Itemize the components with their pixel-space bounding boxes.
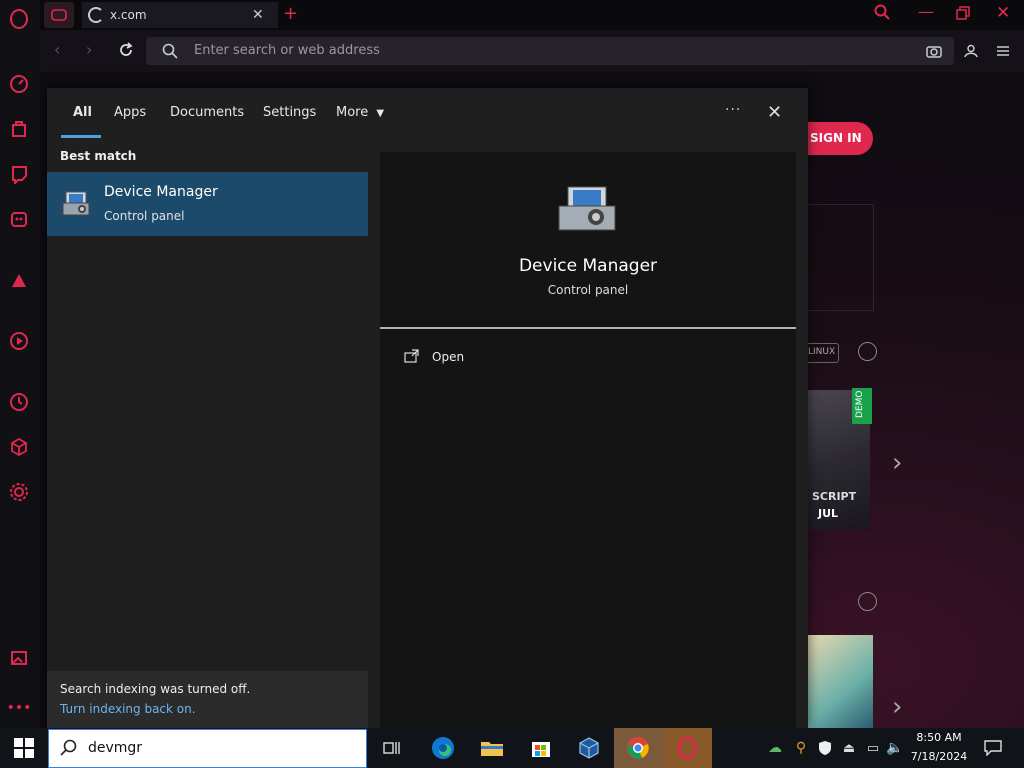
address-placeholder: Enter search or web address bbox=[194, 43, 380, 58]
window-close-icon[interactable]: ✕ bbox=[996, 3, 1010, 23]
opera-gx-icon bbox=[676, 736, 698, 763]
smiley-icon[interactable] bbox=[858, 342, 877, 361]
speed-dial-icon[interactable] bbox=[8, 73, 30, 95]
twitch-icon[interactable] bbox=[8, 163, 30, 185]
demo-badge: DEMO bbox=[852, 388, 872, 424]
device-manager-large-icon bbox=[556, 184, 616, 238]
tab-all[interactable]: All bbox=[73, 105, 92, 120]
file-explorer-icon[interactable] bbox=[477, 733, 507, 763]
smiley-icon-2[interactable] bbox=[858, 592, 877, 611]
tab-title: x.com bbox=[110, 8, 147, 22]
tab-settings[interactable]: Settings bbox=[263, 105, 316, 120]
loading-icon bbox=[88, 7, 104, 23]
carousel-next-icon[interactable]: › bbox=[892, 448, 902, 478]
gx-tab-icon[interactable] bbox=[44, 2, 74, 28]
profile-icon[interactable] bbox=[964, 43, 978, 62]
result-title: Device Manager bbox=[104, 184, 218, 200]
result-device-manager[interactable]: Device Manager Control panel bbox=[47, 172, 368, 236]
browser-sidebar: ••• bbox=[0, 0, 41, 728]
player-icon[interactable] bbox=[8, 330, 30, 352]
windows-start-icon[interactable] bbox=[14, 738, 34, 762]
address-bar[interactable]: Enter search or web address bbox=[146, 37, 954, 65]
page-card bbox=[800, 204, 874, 311]
result-subtitle: Control panel bbox=[104, 209, 185, 223]
chrome-icon bbox=[626, 736, 650, 764]
search-query: devmgr bbox=[88, 740, 143, 756]
tab-documents[interactable]: Documents bbox=[170, 105, 244, 120]
task-view-icon[interactable] bbox=[377, 733, 407, 763]
easy-setup-icon[interactable] bbox=[996, 43, 1010, 62]
sign-in-label: SIGN IN bbox=[810, 131, 862, 145]
opera-gx-taskbar-button[interactable] bbox=[663, 728, 712, 768]
discord-icon[interactable] bbox=[8, 208, 30, 230]
game-thumbnail-2[interactable] bbox=[808, 635, 873, 728]
preview-subtitle: Control panel bbox=[547, 283, 629, 297]
opera-logo-icon[interactable] bbox=[8, 8, 30, 30]
tab-x-com[interactable]: x.com bbox=[82, 2, 278, 28]
carousel-next-icon-2[interactable]: › bbox=[892, 692, 902, 722]
aria-icon[interactable] bbox=[8, 269, 30, 291]
wallpaper-icon[interactable] bbox=[8, 647, 30, 669]
taskbar-search-icon bbox=[59, 739, 77, 761]
taskbar-search-box[interactable]: devmgr bbox=[48, 729, 367, 768]
tab-more-label: More bbox=[336, 105, 369, 120]
extensions-cube-icon[interactable] bbox=[8, 436, 30, 458]
more-dots-icon[interactable]: ••• bbox=[7, 697, 32, 719]
bag-icon[interactable] bbox=[8, 118, 30, 140]
restore-icon[interactable] bbox=[956, 5, 970, 24]
back-icon[interactable]: ‹ bbox=[54, 40, 60, 59]
minimize-icon[interactable]: — bbox=[918, 2, 934, 21]
edge-icon[interactable] bbox=[428, 733, 458, 763]
forward-icon[interactable]: › bbox=[86, 40, 92, 59]
search-icon bbox=[162, 43, 178, 63]
windows-search-panel: All Apps Documents Settings More ▼ ··· ✕… bbox=[47, 88, 808, 728]
open-action[interactable]: Open bbox=[380, 342, 796, 372]
history-icon[interactable] bbox=[8, 391, 30, 413]
close-search-icon[interactable]: ✕ bbox=[767, 102, 782, 123]
preview-title: Device Manager bbox=[518, 256, 658, 276]
indexing-notice: Search indexing was turned off. Turn ind… bbox=[47, 671, 368, 728]
search-tabs-icon[interactable] bbox=[874, 4, 890, 24]
reload-icon[interactable] bbox=[118, 42, 134, 62]
settings-gear-icon[interactable] bbox=[8, 481, 30, 503]
open-label: Open bbox=[432, 350, 465, 364]
chrome-taskbar-button[interactable] bbox=[614, 728, 663, 768]
options-ellipsis-icon[interactable]: ··· bbox=[725, 102, 741, 118]
chevron-down-icon: ▼ bbox=[376, 108, 385, 119]
volume-muted-icon[interactable]: 🔈 bbox=[880, 733, 910, 763]
clock-date[interactable]: 7/18/2024 bbox=[908, 750, 970, 763]
device-manager-icon bbox=[61, 189, 91, 223]
active-tab-indicator bbox=[61, 135, 101, 138]
store-icon[interactable] bbox=[526, 733, 556, 763]
tab-apps[interactable]: Apps bbox=[114, 105, 146, 120]
virtualbox-icon[interactable] bbox=[574, 733, 604, 763]
tab-more[interactable]: More ▼ bbox=[336, 105, 384, 120]
camera-icon[interactable] bbox=[926, 43, 942, 63]
indexing-text: Search indexing was turned off. bbox=[60, 682, 251, 696]
clock-time[interactable]: 8:50 AM bbox=[908, 731, 970, 744]
open-icon bbox=[404, 348, 420, 367]
search-filter-nav: All Apps Documents Settings More ▼ ··· ✕ bbox=[47, 88, 808, 140]
preview-pane: Device Manager Control panel Open bbox=[380, 152, 796, 728]
best-match-heading: Best match bbox=[60, 149, 137, 163]
notification-icon[interactable] bbox=[978, 733, 1008, 763]
close-tab-icon[interactable]: ✕ bbox=[252, 7, 264, 23]
preview-divider bbox=[380, 327, 796, 329]
new-tab-plus-icon[interactable]: + bbox=[283, 3, 298, 24]
turn-indexing-on-link[interactable]: Turn indexing back on. bbox=[60, 702, 196, 716]
tab-strip: x.com ✕ + — ✕ bbox=[40, 0, 1024, 30]
results-pane: Best match Device Manager Control panel … bbox=[47, 140, 368, 728]
